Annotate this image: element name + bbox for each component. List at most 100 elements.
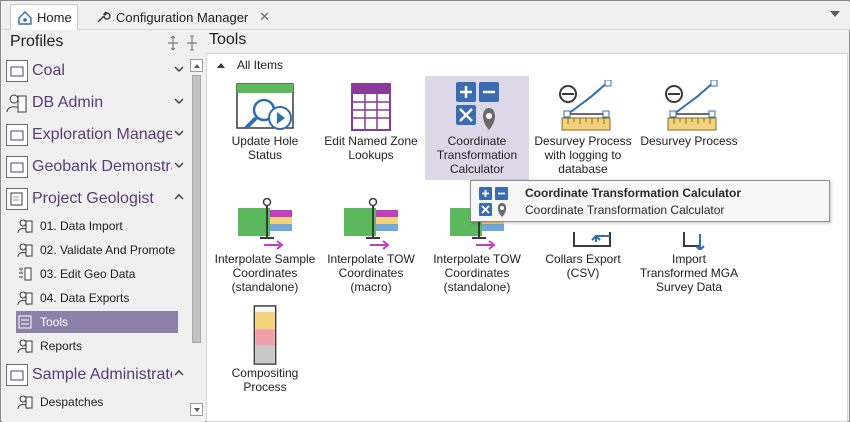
chevron-down-icon[interactable] xyxy=(174,160,184,170)
scroll-up-button[interactable] xyxy=(190,59,203,72)
tile-coordinate-transformation-calculator[interactable]: Coordinate Transformation Calculator xyxy=(425,76,529,180)
nav-item-label: 01. Data Import xyxy=(40,219,123,233)
nav-item-reports[interactable]: Reports xyxy=(16,335,178,357)
user-doc-icon xyxy=(16,217,34,235)
tile-label: Edit Named Zone Lookups xyxy=(324,134,418,162)
profile-label: DB Admin xyxy=(32,94,104,111)
tab-home[interactable]: Home xyxy=(10,4,78,30)
app-window: Home Configuration Manager ✕ Profiles Co… xyxy=(0,0,850,422)
tile-compositing-process[interactable]: Compositing Process xyxy=(213,300,317,404)
tooltip-description: Coordinate Transformation Calculator xyxy=(525,203,725,217)
nav-item-edit-geo-data[interactable]: 03. Edit Geo Data xyxy=(16,263,178,285)
tile-interpolate-tow-coordinates-macro[interactable]: Interpolate TOW Coordinates (macro) xyxy=(319,194,423,298)
profile-sample-administrator[interactable]: Sample Administrator xyxy=(6,361,188,389)
profile-label: Project Geologist xyxy=(32,190,154,207)
nav-item-despatches[interactable]: Despatches xyxy=(16,391,178,413)
profiles-scrollbar[interactable] xyxy=(189,57,204,420)
chevron-down-icon[interactable] xyxy=(174,128,184,138)
wrench-icon xyxy=(94,8,112,26)
collapse-all-icon[interactable] xyxy=(168,35,178,51)
tile-label: Desurvey Process with logging to databas… xyxy=(534,134,632,176)
tile-label: Compositing Process xyxy=(231,366,299,394)
edit-data-icon xyxy=(16,265,34,283)
profile-label: Sample Administrator xyxy=(32,366,172,383)
tools-icon xyxy=(16,313,34,331)
tile-label: Collars Export (CSV) xyxy=(545,252,621,280)
nav-item-validate-and-promote[interactable]: 02. Validate And Promote xyxy=(16,239,178,261)
user-doc-icon xyxy=(16,241,34,259)
panel-pin-icons xyxy=(166,34,202,52)
table-grid-icon xyxy=(351,83,391,131)
expand-all-icon[interactable] xyxy=(187,35,197,51)
nav-item-label: 03. Edit Geo Data xyxy=(40,267,136,281)
nav-item-label: Reports xyxy=(40,339,83,353)
profiles-panel: Profiles Coal DB Admin Exploration Manag… xyxy=(2,31,205,422)
tab-configuration-manager[interactable]: Configuration Manager ✕ xyxy=(88,4,278,30)
tooltip: Coordinate Transformation Calculator Coo… xyxy=(470,180,830,222)
tools-panel-title: Tools xyxy=(209,31,247,48)
tools-panel: All Items Update Hole Status Edit Named … xyxy=(206,53,848,422)
tile-desurvey-process-with-logging[interactable]: Desurvey Process with logging to databas… xyxy=(531,76,635,180)
user-profile-icon xyxy=(6,92,28,114)
group-header-all-items[interactable]: All Items xyxy=(217,58,283,72)
folder-profile-icon xyxy=(6,156,28,178)
nav-item-data-exports[interactable]: 04. Data Exports xyxy=(16,287,178,309)
nav-item-tools[interactable]: Tools xyxy=(16,311,178,333)
tile-label: Update Hole Status xyxy=(231,134,299,162)
tile-label: Desurvey Process xyxy=(640,134,738,148)
calculator-pin-icon xyxy=(456,82,499,130)
folder-profile-icon xyxy=(6,60,28,82)
tab-home-label: Home xyxy=(37,10,72,25)
interpolate-icon xyxy=(238,198,292,250)
profile-label: Exploration Manager xyxy=(32,126,172,143)
scroll-down-button[interactable] xyxy=(190,403,203,416)
tile-label: Interpolate Sample Coordinates (standalo… xyxy=(214,252,316,294)
user-doc-icon xyxy=(16,337,34,355)
tab-configuration-manager-label: Configuration Manager xyxy=(116,9,249,25)
scroll-down-icon xyxy=(194,408,200,412)
desurvey-icon xyxy=(665,80,718,131)
tile-desurvey-process[interactable]: Desurvey Process xyxy=(637,76,741,180)
scroll-thumb[interactable] xyxy=(192,75,201,343)
tile-label: Coordinate Transformation Calculator xyxy=(436,134,518,176)
interpolate-icon xyxy=(344,198,398,250)
chevron-down-icon[interactable] xyxy=(174,64,184,74)
profile-db-admin[interactable]: DB Admin xyxy=(6,89,188,117)
tile-label: Interpolate TOW Coordinates (macro) xyxy=(327,252,415,294)
tile-interpolate-sample-coordinates[interactable]: Interpolate Sample Coordinates (standalo… xyxy=(213,194,317,298)
profiles-panel-title: Profiles xyxy=(10,33,64,50)
nav-item-label: Tools xyxy=(40,315,69,329)
profile-project-geologist[interactable]: Project Geologist xyxy=(6,185,188,213)
collapse-group-icon[interactable] xyxy=(217,62,225,68)
nav-item-label: 02. Validate And Promote xyxy=(40,243,176,257)
tile-label: Import Transformed MGA Survey Data xyxy=(639,252,739,294)
tile-label: Interpolate TOW Coordinates (standalone) xyxy=(433,252,521,294)
folder-profile-icon xyxy=(6,364,28,386)
profile-exploration-manager[interactable]: Exploration Manager xyxy=(6,121,188,149)
group-header-label: All Items xyxy=(237,58,284,72)
scroll-up-icon xyxy=(194,64,200,68)
tooltip-title: Coordinate Transformation Calculator xyxy=(525,186,742,200)
chevron-up-icon[interactable] xyxy=(174,192,184,202)
chevron-down-icon[interactable] xyxy=(174,96,184,106)
profile-geobank-demonstration[interactable]: Geobank Demonstration xyxy=(6,153,188,181)
nav-item-label: 04. Data Exports xyxy=(40,291,130,305)
tile-update-hole-status[interactable]: Update Hole Status xyxy=(213,76,317,180)
tab-list-dropdown-icon[interactable] xyxy=(830,11,840,17)
desurvey-icon xyxy=(559,80,612,131)
profile-list: Coal DB Admin Exploration Manager Geoban… xyxy=(2,57,188,420)
close-tab-icon[interactable]: ✕ xyxy=(259,9,270,25)
nav-item-label: Despatches xyxy=(40,395,104,409)
update-hole-status-icon xyxy=(236,83,294,130)
tile-edit-named-zone-lookups[interactable]: Edit Named Zone Lookups xyxy=(319,76,423,180)
user-doc-icon xyxy=(16,289,34,307)
profile-coal[interactable]: Coal xyxy=(6,57,188,85)
folder-profile-icon xyxy=(6,124,28,146)
nav-item-data-import[interactable]: 01. Data Import xyxy=(16,215,178,237)
compositing-icon xyxy=(253,305,277,365)
profile-label: Coal xyxy=(32,62,65,79)
profile-label: Geobank Demonstration xyxy=(32,158,172,175)
chevron-up-icon[interactable] xyxy=(174,368,184,378)
tab-strip: Home Configuration Manager ✕ xyxy=(2,2,850,30)
clipboard-profile-icon xyxy=(6,188,28,210)
